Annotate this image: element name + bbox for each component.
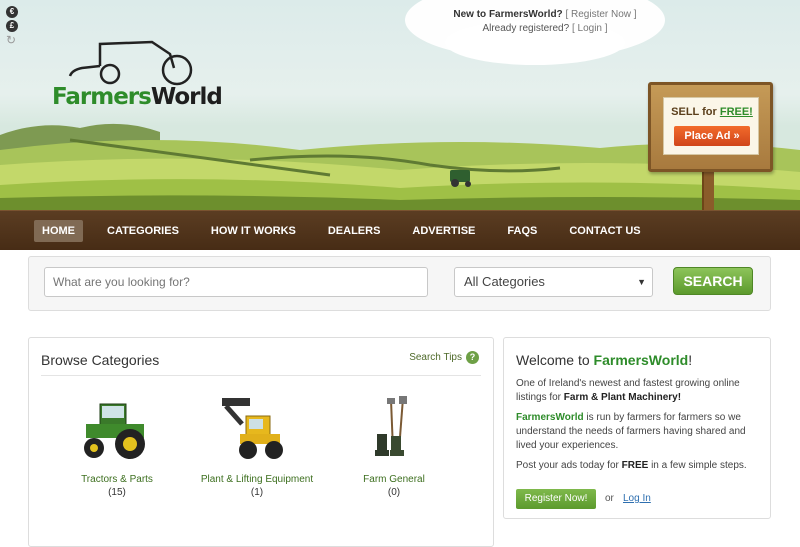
search-bar: All Categories ▼ SEARCH bbox=[28, 256, 771, 311]
sell-for-free-text: SELL for FREE! bbox=[664, 106, 760, 118]
register-link[interactable]: [ Register Now ] bbox=[565, 9, 636, 20]
category-tile[interactable]: Plant & Lifting Equipment (1) bbox=[182, 394, 332, 498]
welcome-prefix: Welcome to bbox=[516, 352, 594, 368]
welcome-para-1: One of Ireland's newest and fastest grow… bbox=[516, 377, 760, 405]
login-link-secondary[interactable]: Log In bbox=[623, 493, 651, 504]
para2-brand: FarmersWorld bbox=[516, 412, 584, 423]
already-registered-text: Already registered? bbox=[482, 23, 570, 34]
category-name[interactable]: Farm General bbox=[319, 474, 469, 485]
sell-free: FREE! bbox=[719, 106, 753, 118]
category-name[interactable]: Tractors & Parts bbox=[42, 474, 192, 485]
search-tips-label: Search Tips bbox=[409, 352, 462, 363]
logo-part-farmers: Farmers bbox=[52, 84, 152, 110]
para3-end: in a few simple steps. bbox=[648, 460, 747, 471]
category-tile[interactable]: Tractors & Parts (15) bbox=[42, 394, 192, 498]
currency-switcher: € £ ↻ bbox=[6, 6, 20, 46]
nav-item-advertise[interactable]: ADVERTISE bbox=[404, 220, 483, 242]
tractor-logo-icon bbox=[68, 40, 193, 86]
welcome-panel: Welcome to FarmersWorld! One of Ireland'… bbox=[503, 337, 771, 519]
chevron-down-icon: ▼ bbox=[637, 277, 646, 287]
logo-part-world: World bbox=[150, 84, 223, 110]
search-button[interactable]: SEARCH bbox=[673, 267, 753, 295]
welcome-text: One of Ireland's newest and fastest grow… bbox=[516, 377, 760, 479]
sell-prefix: SELL for bbox=[671, 106, 720, 118]
or-text: or bbox=[605, 493, 614, 504]
nav-items: HOME CATEGORIES HOW IT WORKS DEALERS ADV… bbox=[34, 220, 665, 242]
site-logo[interactable]: FarmersWorld bbox=[52, 84, 223, 110]
welcome-suffix: ! bbox=[688, 352, 693, 368]
browse-categories-panel: Browse Categories Search Tips? Tractors … bbox=[28, 337, 494, 547]
account-links: New to FarmersWorld? [ Register Now ] Al… bbox=[420, 8, 670, 36]
new-user-text: New to FarmersWorld? bbox=[453, 9, 563, 20]
category-name[interactable]: Plant & Lifting Equipment bbox=[182, 474, 332, 485]
sign-paper: SELL for FREE! Place Ad » bbox=[663, 97, 759, 155]
nav-item-dealers[interactable]: DEALERS bbox=[320, 220, 389, 242]
category-tile[interactable]: Farm General (0) bbox=[319, 394, 469, 498]
para1-bold: Farm & Plant Machinery! bbox=[563, 392, 682, 403]
nav-item-home[interactable]: HOME bbox=[34, 220, 83, 242]
refresh-icon[interactable]: ↻ bbox=[6, 34, 20, 46]
sell-sign: SELL for FREE! Place Ad » bbox=[648, 82, 773, 172]
browse-title: Browse Categories bbox=[41, 352, 160, 368]
euro-icon[interactable]: € bbox=[6, 6, 18, 18]
category-count: (15) bbox=[108, 487, 126, 498]
header-banner: New to FarmersWorld? [ Register Now ] Al… bbox=[0, 0, 800, 210]
search-input[interactable] bbox=[44, 267, 428, 297]
digger-icon bbox=[222, 398, 283, 459]
category-count: (0) bbox=[387, 487, 401, 498]
category-select[interactable]: All Categories ▼ bbox=[454, 267, 653, 297]
category-select-value: All Categories bbox=[464, 274, 545, 289]
nav-item-how-it-works[interactable]: HOW IT WORKS bbox=[203, 220, 304, 242]
tractor-icon bbox=[84, 403, 145, 459]
register-now-button[interactable]: Register Now! bbox=[516, 489, 596, 509]
nav-item-faqs[interactable]: FAQS bbox=[499, 220, 545, 242]
search-tips-link[interactable]: Search Tips? bbox=[409, 351, 479, 364]
signpost-pole bbox=[702, 168, 714, 210]
main-nav: HOME CATEGORIES HOW IT WORKS DEALERS ADV… bbox=[0, 210, 800, 250]
nav-item-categories[interactable]: CATEGORIES bbox=[99, 220, 187, 242]
welcome-brand: FarmersWorld bbox=[593, 352, 689, 368]
help-icon: ? bbox=[466, 351, 479, 364]
category-count: (1) bbox=[250, 487, 264, 498]
welcome-title: Welcome to FarmersWorld! bbox=[516, 352, 692, 368]
place-ad-button[interactable]: Place Ad » bbox=[674, 126, 750, 146]
farm-tools-icon bbox=[375, 396, 407, 456]
para3-text: Post your ads today for bbox=[516, 460, 622, 471]
welcome-para-2: FarmersWorld is run by farmers for farme… bbox=[516, 411, 760, 453]
login-link[interactable]: [ Login ] bbox=[572, 23, 608, 34]
pound-icon[interactable]: £ bbox=[6, 20, 18, 32]
nav-item-contact-us[interactable]: CONTACT US bbox=[561, 220, 648, 242]
welcome-para-3: Post your ads today for FREE in a few si… bbox=[516, 459, 760, 473]
para3-bold: FREE bbox=[621, 460, 649, 471]
divider bbox=[41, 375, 481, 376]
